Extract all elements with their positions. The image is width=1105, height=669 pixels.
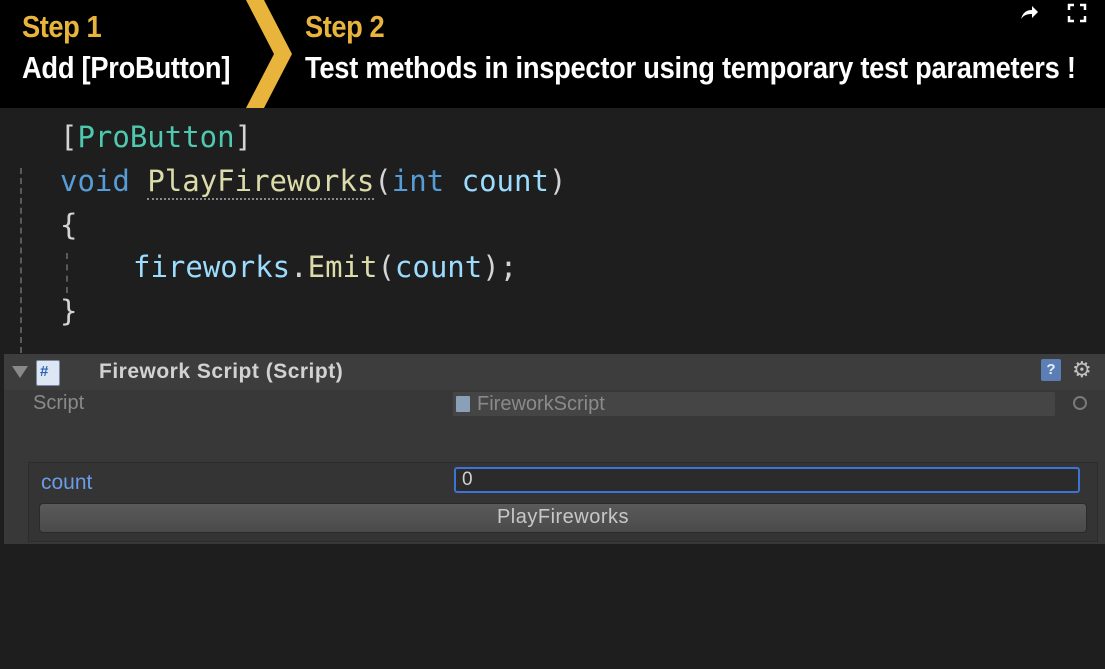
code-line-signature: void PlayFireworks(int count) — [60, 164, 567, 200]
test-parameters-box: count PlayFireworks — [28, 462, 1098, 542]
code-line-attribute: [ProButton] — [60, 120, 253, 154]
code-line-brace-open: { — [60, 208, 78, 242]
component-title: Firework Script (Script) — [99, 360, 344, 383]
indent-guide-inner — [66, 253, 68, 293]
share-icon[interactable] — [1018, 2, 1040, 24]
fold-arrow-icon[interactable] — [12, 366, 28, 378]
script-asset-icon — [456, 396, 470, 412]
help-icon[interactable]: ? — [1041, 359, 1061, 381]
code-line-call: fireworks.Emit(count); — [133, 250, 518, 284]
play-fireworks-button[interactable]: PlayFireworks — [39, 503, 1087, 533]
instruction-banner: Step 1 Add [ProButton] Step 2 Test metho… — [0, 0, 1105, 108]
code-line-brace-close: } — [60, 294, 78, 328]
step2-text: Test methods in inspector using temporar… — [305, 50, 1076, 85]
object-picker-icon[interactable] — [1073, 396, 1087, 410]
count-label: count — [41, 471, 93, 494]
script-field[interactable]: FireworkScript — [453, 392, 1055, 416]
chevron-arrow-icon — [246, 0, 292, 108]
count-input[interactable] — [454, 467, 1080, 493]
step2-label: Step 2 — [305, 9, 385, 44]
inspector-panel: # Firework Script (Script) ? ⚙ Script Fi… — [4, 354, 1105, 544]
code-editor: [ProButton] void PlayFireworks(int count… — [0, 108, 1105, 354]
gear-icon[interactable]: ⚙ — [1072, 357, 1092, 383]
script-value: FireworkScript — [477, 393, 605, 415]
step1-text: Add [ProButton] — [22, 50, 231, 85]
script-label: Script — [33, 392, 85, 414]
indent-guide — [20, 168, 22, 353]
component-header[interactable]: # Firework Script (Script) ? ⚙ — [4, 354, 1105, 390]
csharp-script-icon: # — [36, 360, 60, 386]
step1-label: Step 1 — [22, 9, 102, 44]
fullscreen-icon[interactable] — [1066, 2, 1088, 24]
